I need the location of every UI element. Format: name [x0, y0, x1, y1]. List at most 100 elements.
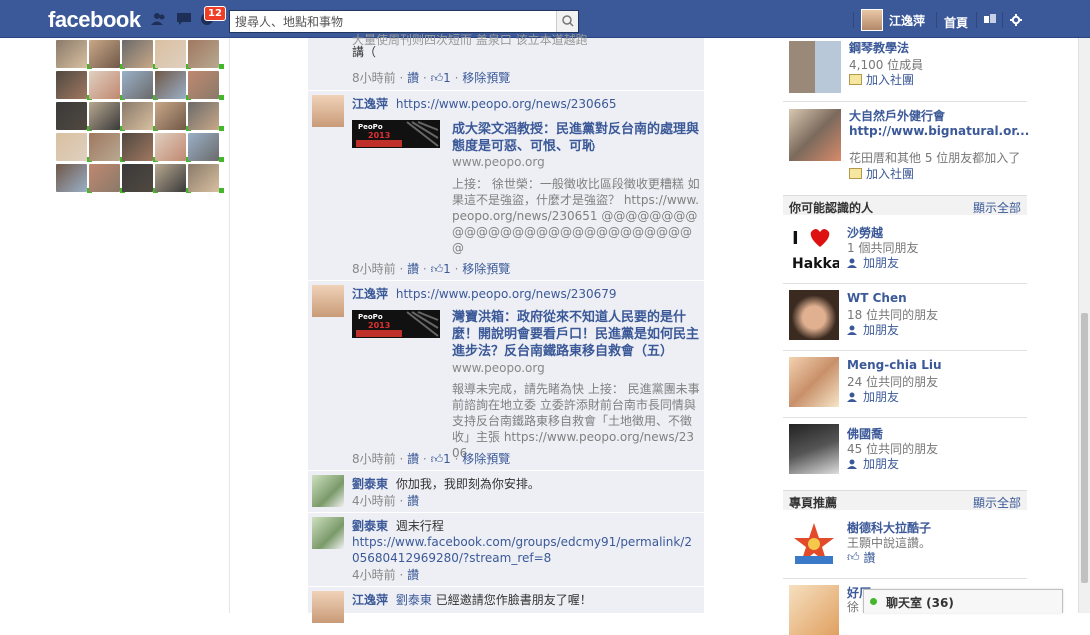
- like-link[interactable]: 讚: [407, 452, 419, 466]
- comment-link[interactable]: https://www.facebook.com/groups/edcmy91/…: [352, 534, 698, 566]
- group-thumbnail[interactable]: [789, 109, 841, 161]
- commenter-name[interactable]: 江逸萍: [352, 287, 388, 301]
- friend-thumbnail[interactable]: [89, 164, 120, 192]
- add-friend-button[interactable]: 加朋友: [847, 455, 899, 472]
- comment-header: 劉泰東 你加我，我即刻為你安排。: [352, 476, 698, 492]
- chat-sidebar-toggle[interactable]: 聊天室 (36): [863, 589, 1063, 613]
- commenter-name[interactable]: 劉泰東: [352, 519, 388, 533]
- group-name[interactable]: 大自然戶外健行會 http://www.bignatural.or...: [849, 109, 1029, 139]
- search-button[interactable]: [556, 11, 578, 32]
- search-icon: [562, 15, 574, 27]
- friend-thumbnail[interactable]: [188, 71, 219, 99]
- commenter-avatar[interactable]: [312, 517, 344, 549]
- group-name[interactable]: 鋼琴教學法: [849, 41, 1024, 56]
- preview-title[interactable]: 成大梁文滔教授：民進黨對反台南的處理與態度是可惡、可恨、可恥: [452, 121, 702, 155]
- show-all-link[interactable]: 顯示全部: [973, 494, 1021, 511]
- like-count[interactable]: 1: [443, 452, 451, 466]
- like-page-button[interactable]: 👍︎ 讚: [847, 549, 876, 566]
- group-member-info: 花田厝和其他 5 位朋友都加入了: [849, 151, 1021, 165]
- preview-thumbnail[interactable]: PeoPo 2013: [352, 120, 440, 148]
- comment-time[interactable]: 8小時前: [352, 452, 396, 466]
- friend-thumbnail[interactable]: [155, 133, 186, 161]
- friend-thumbnail[interactable]: [188, 164, 219, 192]
- messages-icon[interactable]: [176, 12, 192, 26]
- friend-thumbnail[interactable]: [122, 164, 153, 192]
- friend-thumbnail[interactable]: [155, 102, 186, 130]
- friend-thumbnail[interactable]: [89, 40, 120, 68]
- commenter-avatar[interactable]: [312, 285, 344, 317]
- friend-thumbnail[interactable]: [155, 71, 186, 99]
- page-scrollbar[interactable]: [1078, 38, 1090, 613]
- person-photo[interactable]: [789, 424, 839, 474]
- group-thumbnail[interactable]: [789, 41, 841, 93]
- preview-thumbnail[interactable]: PeoPo 2013: [352, 310, 440, 338]
- comment-time[interactable]: 8小時前: [352, 71, 396, 85]
- friend-thumbnail[interactable]: [122, 40, 153, 68]
- link-preview[interactable]: PeoPo 2013 灣寶洪箱：政府從來不知道人民要的是什麼！開說明會要看戶口！民…: [352, 310, 700, 460]
- friend-thumbnail[interactable]: [155, 164, 186, 192]
- add-friend-button[interactable]: 加朋友: [847, 388, 899, 405]
- commenter-name[interactable]: 江逸萍: [352, 593, 388, 607]
- add-friend-button[interactable]: 加朋友: [847, 254, 899, 271]
- add-friend-button[interactable]: 加朋友: [847, 321, 899, 338]
- commenter-avatar[interactable]: [312, 591, 344, 623]
- home-link[interactable]: 首頁: [944, 14, 968, 31]
- like-link[interactable]: 讚: [407, 71, 419, 85]
- commenter-name[interactable]: 劉泰東: [352, 477, 388, 491]
- link-preview[interactable]: PeoPo 2013 成大梁文滔教授：民進黨對反台南的處理與態度是可惡、可恨、可恥…: [352, 120, 700, 255]
- friend-thumbnail[interactable]: [122, 102, 153, 130]
- person-photo[interactable]: [789, 357, 839, 407]
- mentioned-user[interactable]: 劉泰東: [396, 593, 432, 607]
- person-name[interactable]: WT Chen: [847, 291, 907, 305]
- friend-thumbnail[interactable]: [89, 133, 120, 161]
- search-input[interactable]: [230, 11, 555, 32]
- person-name[interactable]: Meng-chia Liu: [847, 358, 942, 372]
- comment-time[interactable]: 8小時前: [352, 262, 396, 276]
- page-photo[interactable]: [789, 585, 839, 635]
- friend-thumbnail[interactable]: [89, 102, 120, 130]
- page-photo[interactable]: [789, 518, 839, 568]
- like-link[interactable]: 讚: [407, 568, 419, 582]
- commenter-name[interactable]: 江逸萍: [352, 97, 388, 111]
- preview-title[interactable]: 灣寶洪箱：政府從來不知道人民要的是什麼！開說明會要看戶口！民進黨是如何民主進步法…: [452, 309, 702, 360]
- person-photo[interactable]: [789, 290, 839, 340]
- join-group-button[interactable]: 加入社團: [849, 165, 914, 182]
- remove-preview-link[interactable]: 移除預覽: [462, 71, 510, 85]
- profile-link[interactable]: 江逸萍: [861, 9, 925, 31]
- comment-link[interactable]: https://www.peopo.org/news/230665: [396, 97, 617, 111]
- comment-header: 江逸萍 https://www.peopo.org/news/230665: [352, 96, 698, 112]
- scrollbar-thumb[interactable]: [1081, 313, 1088, 583]
- remove-preview-link[interactable]: 移除預覽: [462, 262, 510, 276]
- comment-time[interactable]: 4小時前: [352, 568, 396, 582]
- privacy-shortcuts-icon[interactable]: [984, 14, 996, 24]
- like-link[interactable]: 讚: [407, 262, 419, 276]
- friend-thumbnail[interactable]: [56, 164, 87, 192]
- svg-text:PeoPo: PeoPo: [358, 313, 383, 321]
- gear-icon[interactable]: [1010, 14, 1022, 26]
- friend-thumbnail[interactable]: [122, 133, 153, 161]
- like-link[interactable]: 讚: [407, 494, 419, 508]
- commenter-avatar[interactable]: [312, 95, 344, 127]
- commenter-avatar[interactable]: [312, 475, 344, 507]
- show-all-link[interactable]: 顯示全部: [973, 199, 1021, 216]
- friend-thumbnail[interactable]: [188, 40, 219, 68]
- remove-preview-link[interactable]: 移除預覽: [462, 452, 510, 466]
- join-group-button[interactable]: 加入社團: [849, 71, 914, 88]
- friend-requests-icon[interactable]: [151, 12, 167, 26]
- friend-thumbnail[interactable]: [155, 40, 186, 68]
- friend-thumbnail[interactable]: [89, 71, 120, 99]
- friend-thumbnail[interactable]: [56, 133, 87, 161]
- friend-thumbnail[interactable]: [56, 102, 87, 130]
- friend-thumbnail[interactable]: [56, 40, 87, 68]
- person-photo[interactable]: I Hakka: [789, 223, 841, 273]
- like-count[interactable]: 1: [443, 262, 451, 276]
- friend-thumbnail[interactable]: [56, 71, 87, 99]
- friend-thumbnail[interactable]: [188, 102, 219, 130]
- hakka-logo-text: Hakka: [792, 256, 839, 272]
- like-count[interactable]: 1: [443, 71, 451, 85]
- comment-time[interactable]: 4小時前: [352, 494, 396, 508]
- facebook-logo[interactable]: facebook: [48, 7, 141, 33]
- friend-thumbnail[interactable]: [188, 133, 219, 161]
- friend-thumbnail[interactable]: [122, 71, 153, 99]
- comment-link[interactable]: https://www.peopo.org/news/230679: [396, 287, 617, 301]
